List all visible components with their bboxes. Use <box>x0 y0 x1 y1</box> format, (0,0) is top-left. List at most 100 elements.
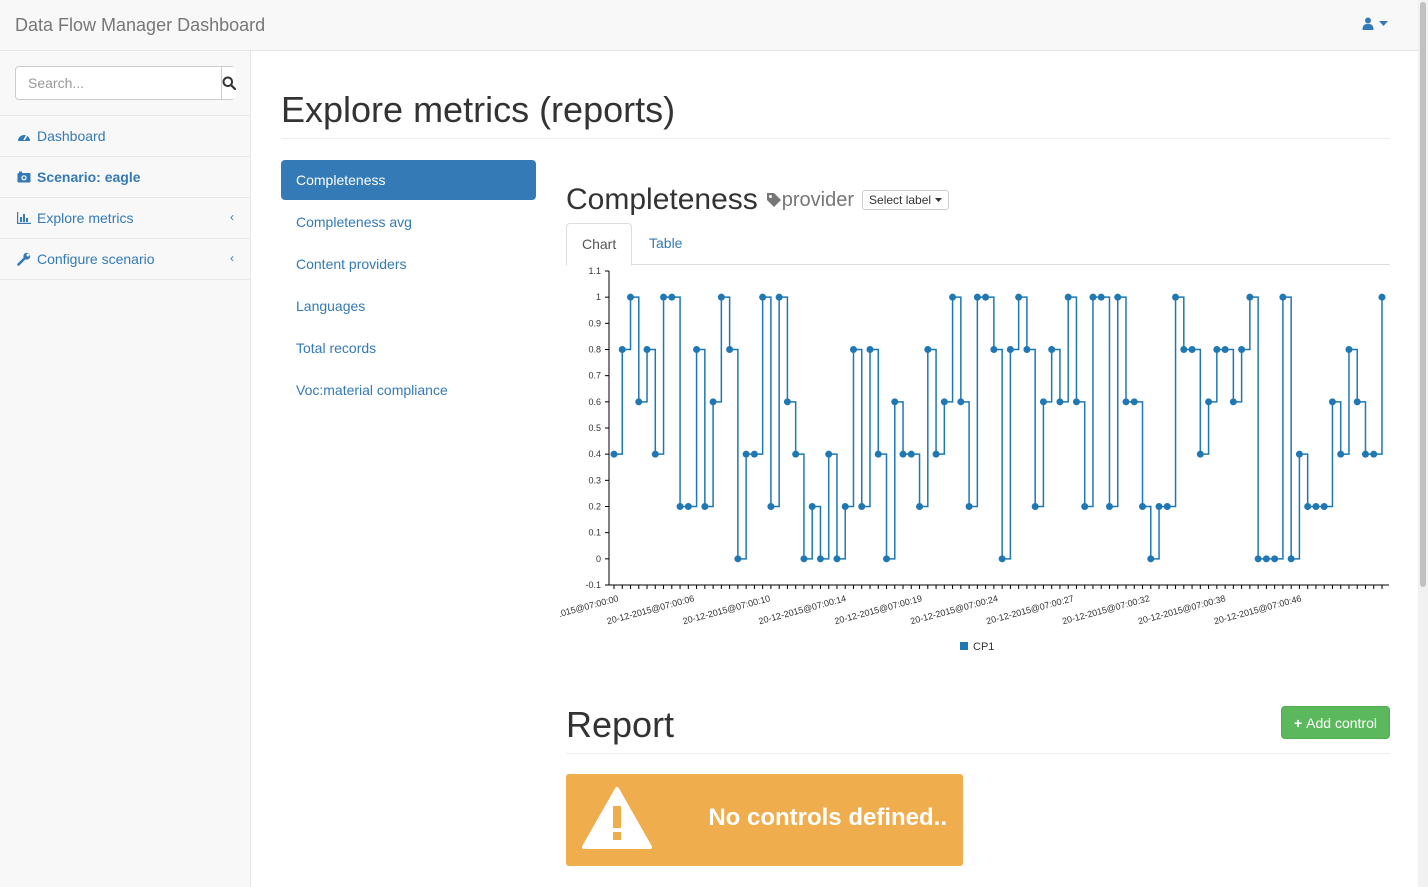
data-point <box>643 346 651 353</box>
sidebar-item-label: Dashboard <box>37 128 106 144</box>
data-point <box>1328 398 1336 406</box>
data-point <box>924 346 932 353</box>
data-point <box>767 503 775 510</box>
y-tick-label: 0.5 <box>588 423 601 433</box>
data-point <box>742 450 750 458</box>
metric-item-content-providers[interactable]: Content providers <box>281 244 536 284</box>
caret-down-icon <box>1379 20 1388 26</box>
provider-tag-label: provider <box>781 188 855 211</box>
chart-svg: -0.1 0 0.1 0.2 0.3 0.4 0.5 0.6 0.7 0.8 0.9 1 1.1 20-1… <box>530 266 1389 653</box>
tab-table[interactable]: Table <box>634 223 697 265</box>
app-brand[interactable]: Data Flow Manager Dashboard <box>15 15 265 36</box>
data-point <box>916 503 924 510</box>
data-point <box>1089 293 1097 301</box>
y-tick-label: 0 <box>596 554 601 564</box>
tag-icon <box>766 193 781 207</box>
data-point <box>1031 503 1039 510</box>
data-point <box>1196 450 1204 458</box>
data-point <box>907 450 915 458</box>
report-header: Report + Add control <box>566 700 1390 754</box>
data-point <box>866 346 874 353</box>
sidebar-item-dashboard[interactable]: Dashboard <box>0 116 250 157</box>
data-point <box>627 293 635 301</box>
data-point <box>1312 503 1320 510</box>
data-point <box>1213 346 1221 353</box>
data-point <box>1337 450 1345 458</box>
data-point <box>668 293 676 301</box>
data-point <box>841 503 849 510</box>
data-point <box>1304 503 1312 510</box>
data-point <box>759 293 767 301</box>
data-point <box>1155 503 1163 510</box>
legend-swatch <box>960 642 968 650</box>
y-tick-label: 0.7 <box>588 371 601 381</box>
data-point <box>1229 398 1237 406</box>
add-control-button[interactable]: + Add control <box>1280 706 1390 739</box>
metric-panel-header: Completeness provider Select label <box>566 180 950 220</box>
search-button[interactable] <box>221 67 236 99</box>
page-header: Explore metrics (reports) <box>281 88 1390 139</box>
y-tick-label: 0.1 <box>588 528 601 538</box>
data-point <box>1147 555 1155 563</box>
data-point <box>1105 503 1113 510</box>
y-tick-label: 1 <box>596 292 601 302</box>
data-point <box>833 555 841 563</box>
data-point <box>1205 398 1213 406</box>
data-point <box>816 555 824 563</box>
data-point <box>1279 293 1287 301</box>
select-label-dropdown[interactable]: Select label <box>862 190 950 210</box>
data-point <box>849 346 857 353</box>
data-point <box>618 346 626 353</box>
wrench-icon <box>17 252 31 266</box>
data-point <box>982 293 990 301</box>
data-point <box>734 555 742 563</box>
data-point <box>1180 346 1188 353</box>
data-point <box>899 450 907 458</box>
data-point <box>965 503 973 510</box>
page-scrollbar[interactable] <box>1418 0 1428 887</box>
scrollbar-thumb[interactable] <box>1420 2 1426 587</box>
y-tick-label: 1.1 <box>588 266 601 276</box>
user-icon <box>1362 17 1374 30</box>
sidebar-item-configure-scenario[interactable]: Configure scenario ‹ <box>0 239 250 280</box>
data-point <box>883 555 891 563</box>
metric-title: Completeness <box>566 183 758 216</box>
data-point <box>891 398 899 406</box>
data-point <box>808 503 816 510</box>
plus-icon: + <box>1293 714 1303 731</box>
report-title: Report <box>566 704 675 745</box>
user-menu[interactable] <box>1362 17 1388 30</box>
completeness-chart: -0.1 0 0.1 0.2 0.3 0.4 0.5 0.6 0.7 0.8 0.9 1 1.1 20-1… <box>530 262 1400 662</box>
data-point <box>1271 555 1279 563</box>
metric-item-voc-material-compliance[interactable]: Voc:material compliance <box>281 370 536 410</box>
metric-item-completeness[interactable]: Completeness <box>281 160 536 200</box>
metric-item-languages[interactable]: Languages <box>281 286 536 326</box>
search-input[interactable] <box>16 67 221 99</box>
data-point <box>874 450 882 458</box>
data-point <box>1114 293 1122 301</box>
data-point <box>750 450 758 458</box>
data-point <box>1056 398 1064 406</box>
data-point <box>693 346 701 353</box>
data-point <box>932 450 940 458</box>
sidebar-item-explore-metrics[interactable]: Explore metrics ‹ <box>0 198 250 239</box>
data-point <box>676 503 684 510</box>
chevron-left-icon: ‹ <box>230 251 234 265</box>
page-title: Explore metrics (reports) <box>281 89 676 130</box>
metric-item-completeness-avg[interactable]: Completeness avg <box>281 202 536 242</box>
data-point <box>1072 398 1080 406</box>
x-tick-label: 20-12-2015@07:00:46 <box>1213 593 1303 626</box>
data-point <box>684 503 692 510</box>
y-tick-label: 0.4 <box>588 449 601 459</box>
data-point <box>1320 503 1328 510</box>
series-line-cp1 <box>614 296 1383 560</box>
view-tabs: Chart Table <box>566 223 1390 266</box>
data-point <box>800 555 808 563</box>
metric-item-total-records[interactable]: Total records <box>281 328 536 368</box>
sidebar-item-scenario[interactable]: Scenario: eagle <box>0 157 250 198</box>
y-tick-label: -0.1 <box>585 580 601 590</box>
add-control-label: Add control <box>1306 714 1377 731</box>
data-point <box>717 293 725 301</box>
tab-chart[interactable]: Chart <box>566 223 633 266</box>
data-point <box>1039 398 1047 406</box>
